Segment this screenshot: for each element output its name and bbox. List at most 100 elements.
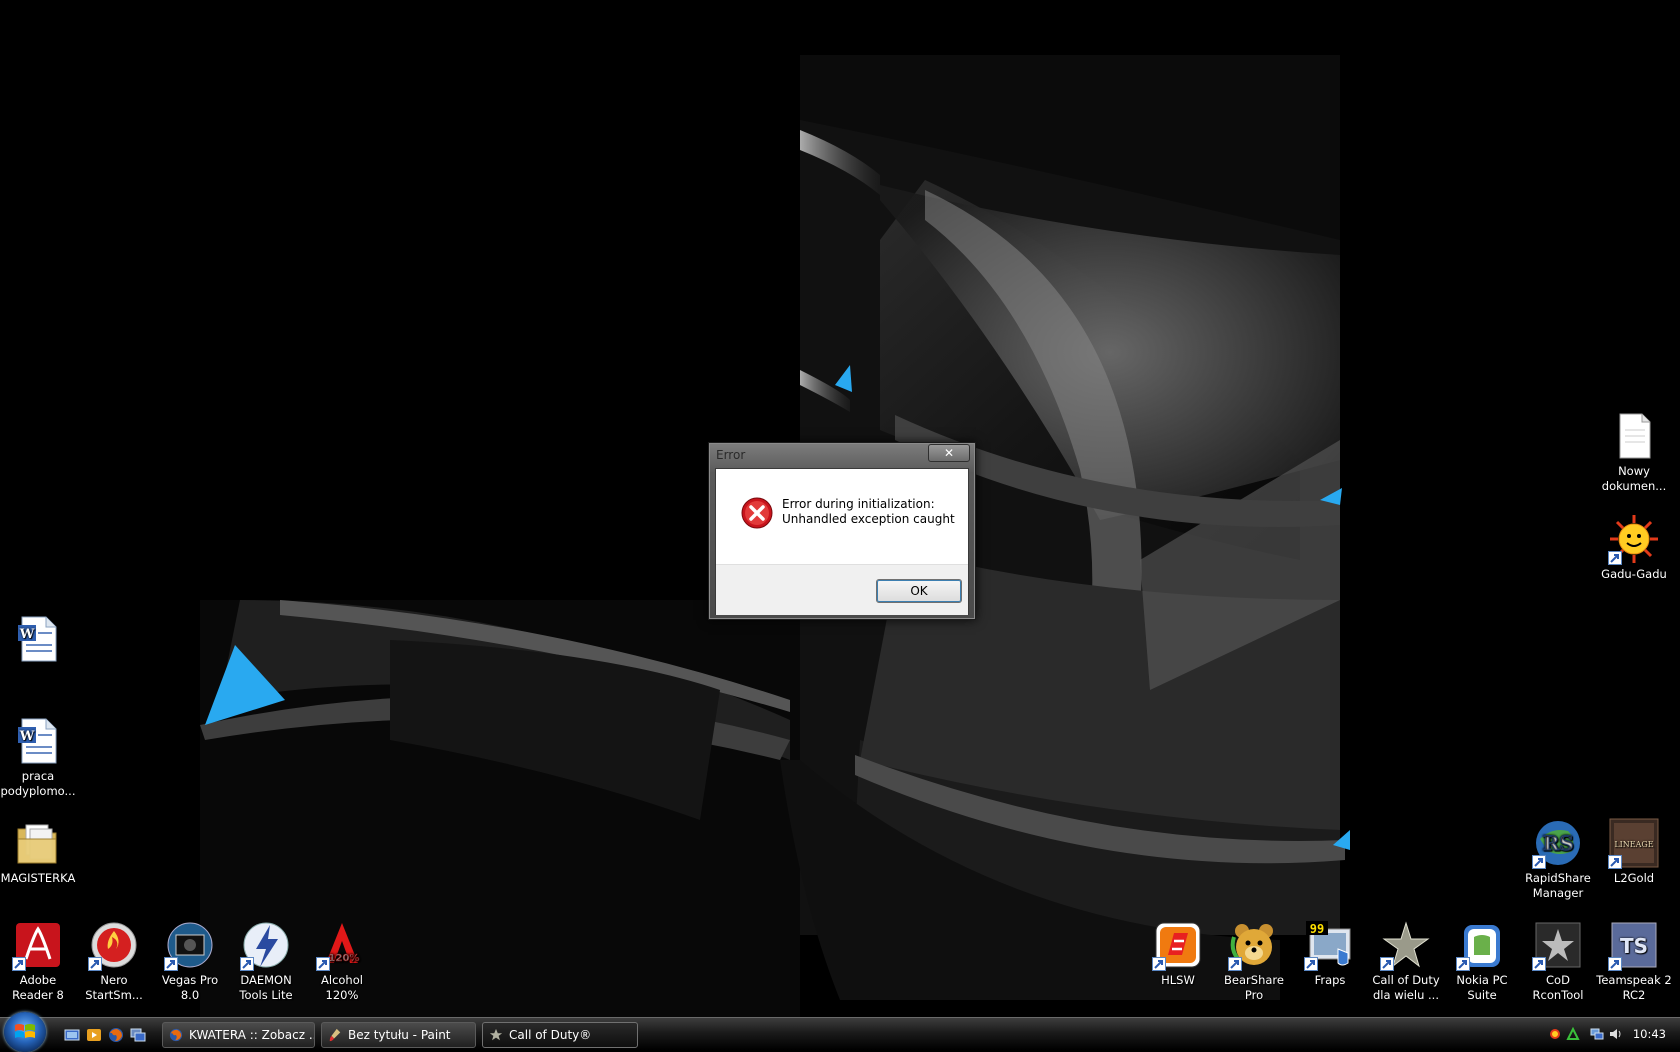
desktop-icon-vegas-pro[interactable]: Vegas Pro 8.0 [152, 919, 228, 1003]
folder-icon [12, 817, 64, 869]
switch-windows-icon[interactable] [130, 1027, 146, 1043]
shortcut-arrow-icon [1152, 957, 1166, 971]
shortcut-arrow-icon [1228, 957, 1242, 971]
shortcut-arrow-icon [1608, 855, 1622, 869]
network-tray-icon[interactable] [1566, 1027, 1580, 1041]
icon-label: Teamspeak 2 RC2 [1596, 973, 1672, 1002]
shortcut-arrow-icon [1608, 551, 1622, 565]
paint-brush-icon [329, 1028, 341, 1042]
show-desktop-icon[interactable] [64, 1027, 80, 1043]
word-document-icon: W [12, 715, 64, 767]
shortcut-arrow-icon [88, 957, 102, 971]
call-of-duty-star-icon [1380, 919, 1432, 971]
icon-label: RapidShare Manager [1525, 871, 1591, 900]
icon-label: praca podyplomo... [0, 769, 76, 798]
nokia-pc-suite-icon [1456, 919, 1508, 971]
dialog-close-button[interactable]: ✕ [928, 444, 970, 462]
teamspeak-icon: TS [1608, 919, 1660, 971]
svg-text:TS: TS [1620, 934, 1648, 958]
icon-label: Call of Duty dla wielu ... [1372, 973, 1440, 1002]
desktop-icon-word-document[interactable]: W [0, 613, 76, 667]
taskbar: KWATERA :: Zobacz ... Bez tytułu - Paint… [0, 1012, 1680, 1052]
svg-text:99: 99 [1310, 922, 1324, 936]
call-of-duty-star-icon [489, 1028, 503, 1041]
desktop-icon-nokia-pc-suite[interactable]: Nokia PC Suite [1444, 919, 1520, 1003]
desktop-icon-alcohol-120[interactable]: 120% Alcohol 120% [304, 919, 380, 1003]
desktop-icon-daemon-tools[interactable]: DAEMON Tools Lite [228, 919, 304, 1003]
icon-label: Vegas Pro 8.0 [161, 973, 219, 1002]
desktop-icon-hlsw[interactable]: HLSW [1140, 919, 1216, 988]
desktop-icon-call-of-duty-multiplayer[interactable]: Call of Duty dla wielu ... [1368, 919, 1444, 1003]
desktop-icon-magisterka[interactable]: MAGISTERKA [0, 817, 76, 886]
shortcut-arrow-icon [12, 957, 26, 971]
windows-logo-icon [15, 1024, 35, 1038]
error-icon [741, 497, 773, 529]
shortcut-arrow-icon [1608, 957, 1622, 971]
gadu-gadu-tray-icon[interactable] [1548, 1027, 1562, 1041]
icon-label: CoD RconTool [1532, 973, 1584, 1002]
icon-label: BearShare Pro [1224, 973, 1284, 1002]
lineage-icon: LINEAGE [1608, 817, 1660, 869]
desktop-icon-adobe-reader[interactable]: Adobe Reader 8 [0, 919, 76, 1003]
desktop-icon-cod-rcontool[interactable]: CoD RconTool [1520, 919, 1596, 1003]
shortcut-arrow-icon [1304, 957, 1318, 971]
svg-text:120%: 120% [329, 953, 360, 964]
hlsw-icon [1152, 919, 1204, 971]
desktop-icon-rapidshare-manager[interactable]: RS RapidShare Manager [1520, 817, 1596, 901]
taskbar-button-call-of-duty[interactable]: Call of Duty® [482, 1022, 638, 1048]
desktop: W W praca podyplomo... MAGISTERKA Nowy d… [0, 0, 1680, 1017]
fraps-icon: 99 [1304, 919, 1356, 971]
start-button[interactable] [4, 1012, 46, 1052]
shortcut-arrow-icon [240, 957, 254, 971]
error-dialog: Error ✕ Error during initialization: Unh… [708, 442, 976, 620]
desktop-icon-bearshare-pro[interactable]: BearShare Pro [1216, 919, 1292, 1003]
dialog-client-area: Error during initialization: Unhandled e… [715, 468, 969, 615]
bearshare-icon [1228, 919, 1280, 971]
cod-rcontool-icon [1532, 919, 1584, 971]
desktop-icon-teamspeak-2[interactable]: TS Teamspeak 2 RC2 [1596, 919, 1672, 1003]
icon-label: Fraps [1314, 973, 1346, 987]
icon-label: MAGISTERKA [0, 871, 76, 885]
desktop-icon-l2gold[interactable]: LINEAGE L2Gold [1596, 817, 1672, 886]
media-player-icon[interactable] [86, 1027, 102, 1043]
shortcut-arrow-icon [1456, 957, 1470, 971]
desktop-icon-gadu-gadu[interactable]: Gadu-Gadu [1596, 513, 1672, 582]
desktop-icon-fraps[interactable]: 99 Fraps [1292, 919, 1368, 988]
svg-text:RS: RS [1542, 831, 1573, 855]
icon-label: DAEMON Tools Lite [239, 973, 293, 1002]
clock[interactable]: 10:43 [1633, 1027, 1666, 1041]
taskbar-button-paint[interactable]: Bez tytułu - Paint [321, 1022, 476, 1048]
word-document-icon: W [12, 613, 64, 665]
alcohol-120-icon: 120% [316, 919, 368, 971]
network-connection-icon[interactable] [1590, 1027, 1604, 1041]
firefox-icon [169, 1028, 183, 1042]
nero-flame-icon [88, 919, 140, 971]
firefox-icon[interactable] [108, 1027, 124, 1043]
adobe-reader-icon [12, 919, 64, 971]
svg-text:W: W [19, 627, 35, 642]
desktop-icon-nowy-dokument[interactable]: Nowy dokumen... [1596, 410, 1672, 494]
system-tray: 10:43 [1440, 1018, 1680, 1050]
dialog-message-line-1: Error during initialization: [782, 497, 935, 511]
icon-label: L2Gold [1613, 871, 1655, 885]
icon-label: HLSW [1161, 973, 1195, 987]
shortcut-arrow-icon [1532, 855, 1546, 869]
daemon-tools-icon [240, 919, 292, 971]
vegas-pro-icon [164, 919, 216, 971]
shortcut-arrow-icon [1532, 957, 1546, 971]
icon-label: Nero StartSm... [85, 973, 143, 1002]
icon-label: Nowy dokumen... [1601, 464, 1667, 493]
taskbar-button-firefox[interactable]: KWATERA :: Zobacz ... [162, 1022, 315, 1048]
ok-button[interactable]: OK [876, 579, 962, 603]
shortcut-arrow-icon [1380, 957, 1394, 971]
text-document-icon [1608, 410, 1660, 462]
desktop-icon-nero-startsmart[interactable]: Nero StartSm... [76, 919, 152, 1003]
dialog-title: Error [716, 448, 746, 462]
shortcut-arrow-icon [316, 957, 330, 971]
svg-text:W: W [19, 729, 35, 744]
icon-label: Nokia PC Suite [1456, 973, 1508, 1002]
volume-icon[interactable] [1608, 1027, 1622, 1041]
dialog-message-area: Error during initialization: Unhandled e… [716, 469, 968, 564]
taskbar-button-label: Bez tytułu - Paint [348, 1028, 451, 1042]
desktop-icon-praca-podyplomowa[interactable]: W praca podyplomo... [0, 715, 76, 799]
